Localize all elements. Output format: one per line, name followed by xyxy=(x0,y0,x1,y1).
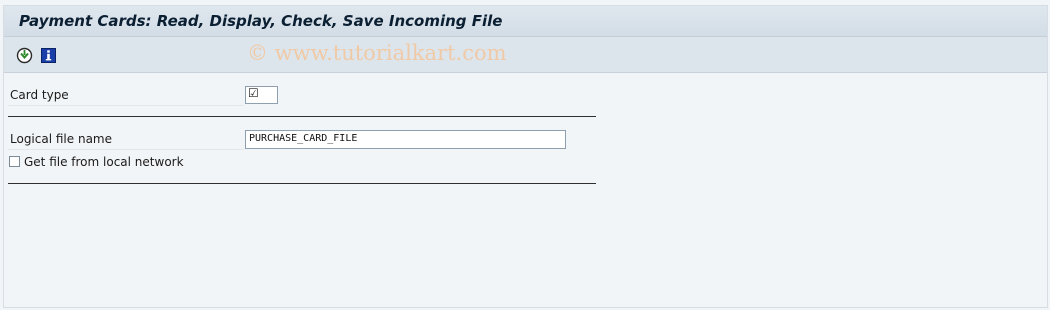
local-network-checkbox-label[interactable]: Get file from local network xyxy=(24,155,184,169)
logical-file-label-underline xyxy=(8,149,244,150)
info-button[interactable] xyxy=(39,46,57,64)
card-type-label-underline xyxy=(8,105,244,106)
card-type-label: Card type xyxy=(10,88,69,102)
local-network-checkbox[interactable] xyxy=(9,156,20,167)
page-title: Payment Cards: Read, Display, Check, Sav… xyxy=(19,12,503,30)
title-bar: Payment Cards: Read, Display, Check, Sav… xyxy=(4,6,1047,37)
watermark-text: © www.tutorialkart.com xyxy=(247,41,507,65)
execute-button[interactable] xyxy=(15,46,33,64)
application-toolbar: © www.tutorialkart.com xyxy=(4,37,1047,73)
app-window: Payment Cards: Read, Display, Check, Sav… xyxy=(3,5,1048,308)
logical-file-name-label: Logical file name xyxy=(10,132,112,146)
execute-icon xyxy=(16,47,32,63)
section-divider-bottom xyxy=(8,183,596,184)
card-type-value: ☑ xyxy=(248,86,259,100)
card-type-field[interactable]: ☑ xyxy=(245,86,278,104)
selection-screen: Card type ☑ Logical file name PURCHASE_C… xyxy=(4,73,1047,307)
section-divider xyxy=(8,116,596,117)
logical-file-name-input[interactable]: PURCHASE_CARD_FILE xyxy=(245,130,566,149)
information-icon xyxy=(40,47,56,63)
